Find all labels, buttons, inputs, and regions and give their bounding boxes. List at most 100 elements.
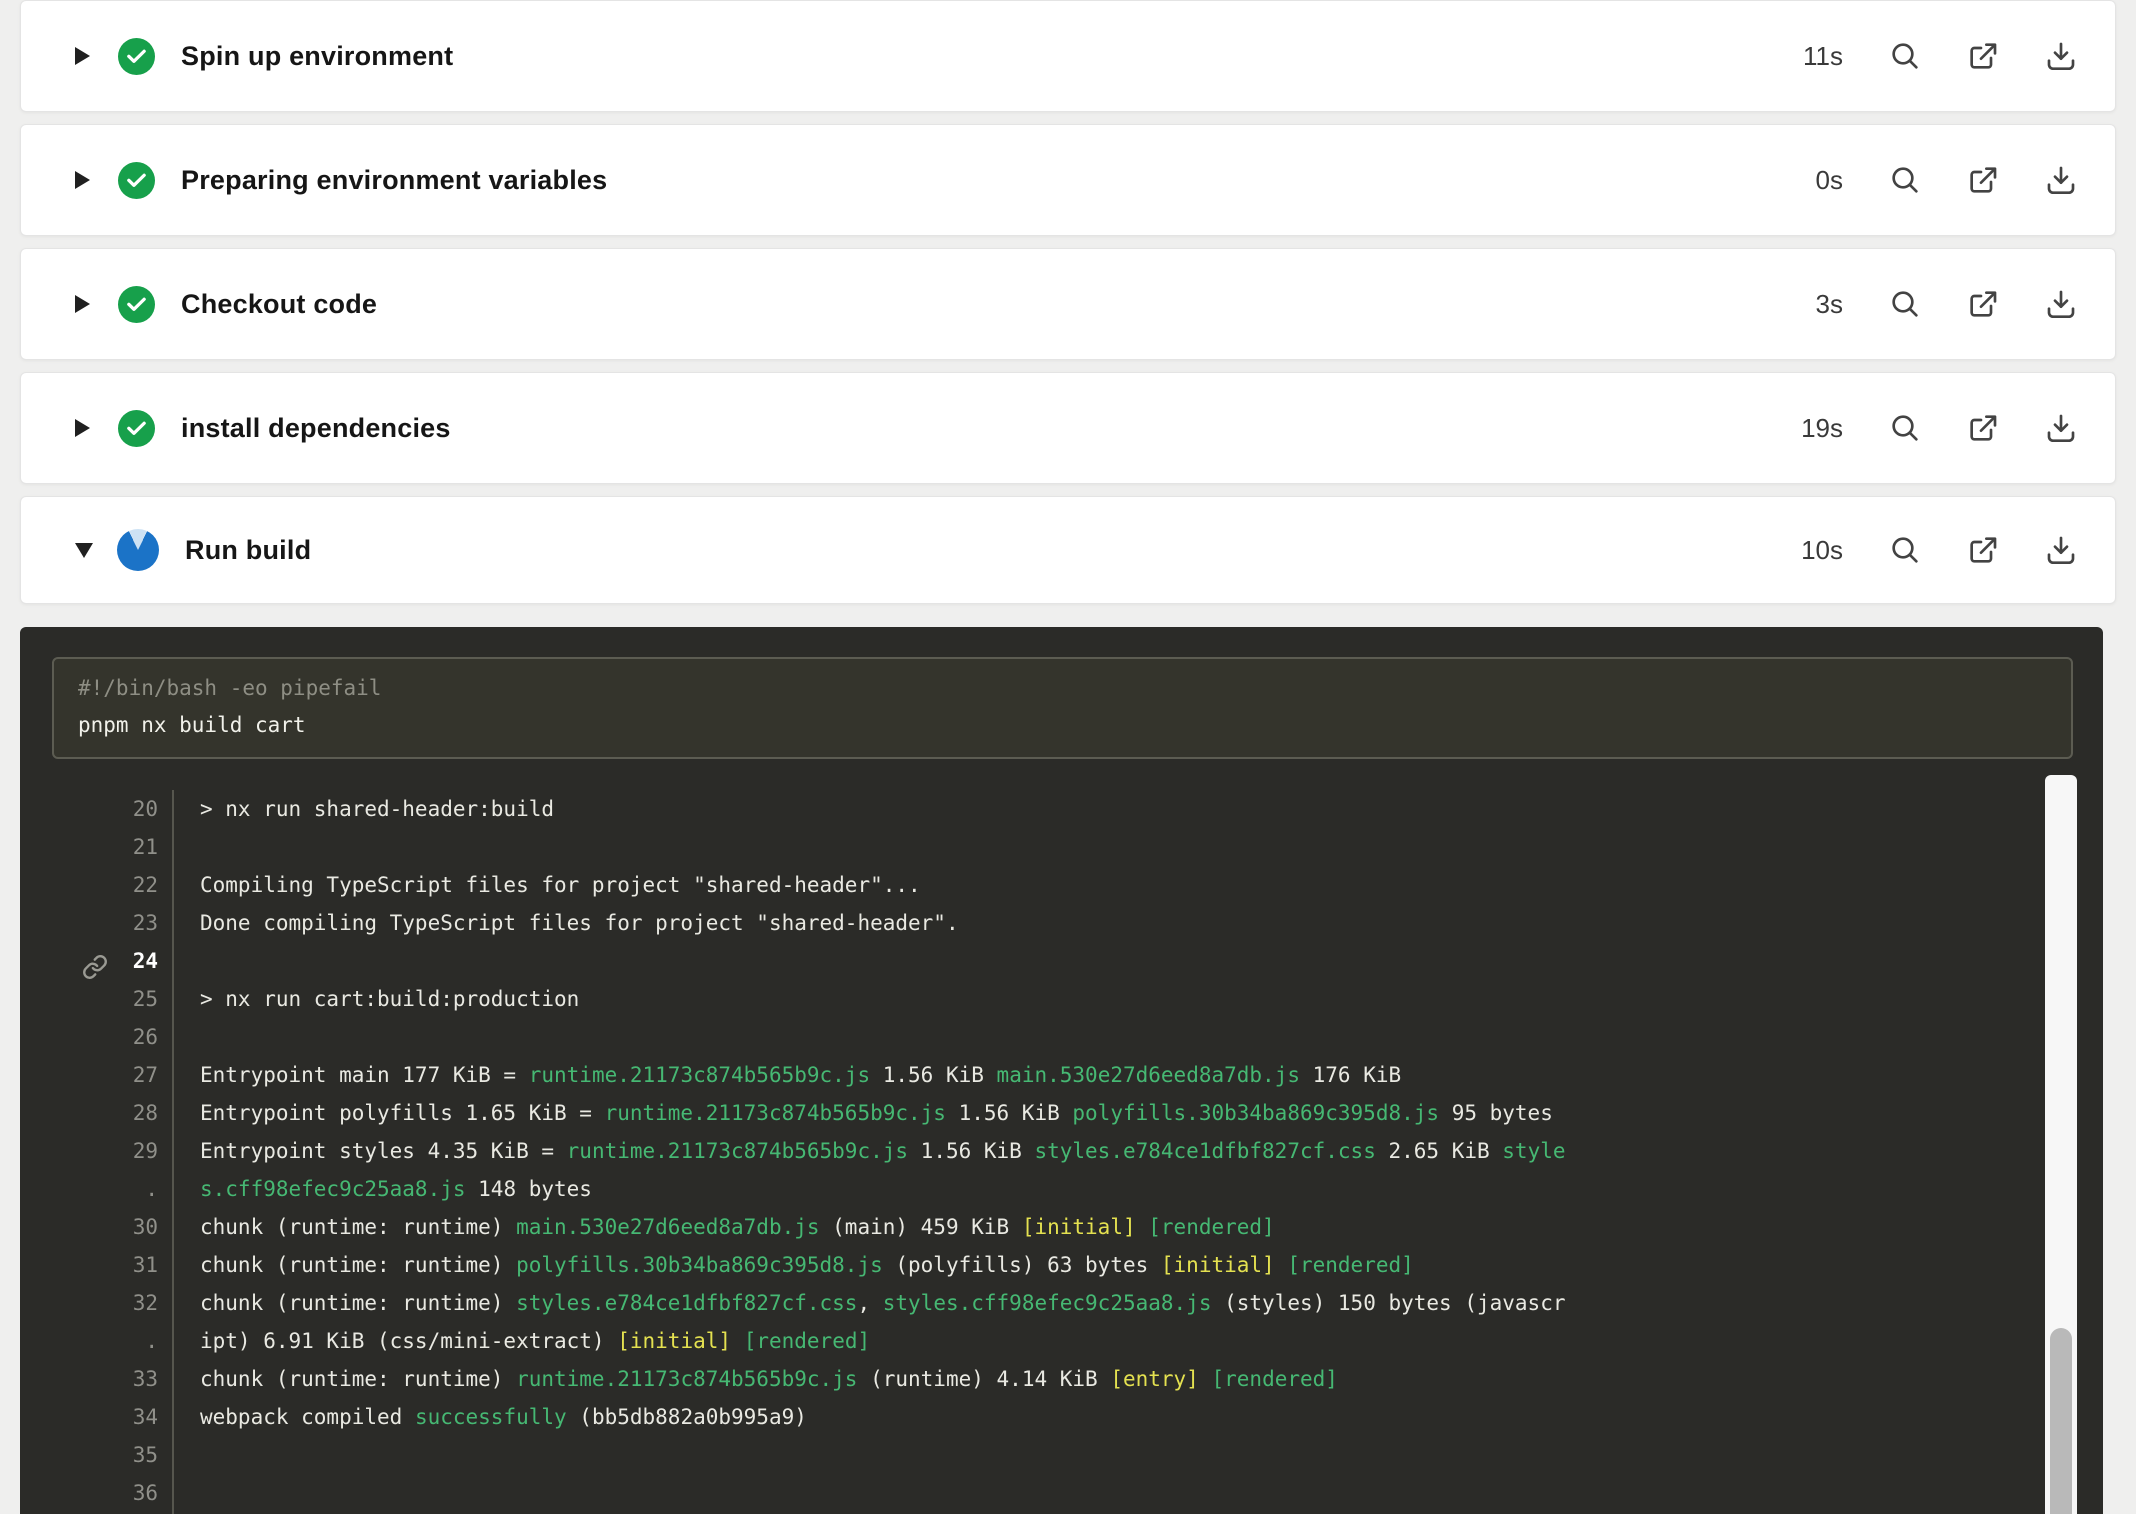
log-line-number[interactable]: 21	[20, 835, 172, 859]
download-log-button[interactable]	[2045, 40, 2077, 72]
download-icon	[2045, 40, 2077, 72]
search-icon	[1889, 534, 1921, 566]
log-line-number[interactable]: 30	[20, 1215, 172, 1239]
build-log-terminal: #!/bin/bash -eo pipefail pnpm nx build c…	[20, 627, 2103, 1514]
log-row: 28Entrypoint polyfills 1.65 KiB = runtim…	[20, 1094, 2037, 1132]
log-row: 22Compiling TypeScript files for project…	[20, 866, 2037, 904]
log-line-text: > nx run cart:build:production	[172, 980, 2037, 1018]
log-line-text: Compiling TypeScript files for project "…	[172, 866, 2037, 904]
download-log-button[interactable]	[2045, 164, 2077, 196]
log-row: 27Entrypoint main 177 KiB = runtime.2117…	[20, 1056, 2037, 1094]
log-row: 30chunk (runtime: runtime) main.530e27d6…	[20, 1208, 2037, 1246]
step-label: Run build	[185, 535, 311, 566]
log-line-text	[172, 942, 2037, 980]
step-label: Spin up environment	[181, 41, 453, 72]
log-row: 26	[20, 1018, 2037, 1056]
download-icon	[2045, 534, 2077, 566]
log-row: 21	[20, 828, 2037, 866]
step-duration: 3s	[1816, 289, 1843, 320]
step-row-preparing-environment-variables[interactable]: Preparing environment variables 0s	[20, 124, 2116, 236]
log-line-text: Entrypoint polyfills 1.65 KiB = runtime.…	[172, 1094, 2037, 1132]
step-row-install-dependencies[interactable]: install dependencies 19s	[20, 372, 2116, 484]
log-line-number[interactable]: 35	[20, 1443, 172, 1467]
log-line-text	[172, 1474, 2037, 1512]
log-line-number[interactable]: 36	[20, 1481, 172, 1505]
log-line-text	[172, 1018, 2037, 1056]
log-line-number[interactable]: 27	[20, 1063, 172, 1087]
open-in-new-tab-button[interactable]	[1967, 288, 1999, 320]
status-success-icon	[118, 38, 155, 75]
search-logs-button[interactable]	[1889, 164, 1921, 196]
open-in-new-tab-button[interactable]	[1967, 40, 1999, 72]
log-line-number[interactable]: 20	[20, 797, 172, 821]
open-in-new-tab-button[interactable]	[1967, 534, 1999, 566]
log-row: 33chunk (runtime: runtime) runtime.21173…	[20, 1360, 2037, 1398]
download-log-button[interactable]	[2045, 288, 2077, 320]
chevron-right-icon[interactable]	[75, 171, 90, 189]
log-row: 24	[20, 942, 2037, 980]
step-row-checkout-code[interactable]: Checkout code 3s	[20, 248, 2116, 360]
command-box: #!/bin/bash -eo pipefail pnpm nx build c…	[52, 657, 2073, 759]
chevron-right-icon[interactable]	[75, 419, 90, 437]
search-logs-button[interactable]	[1889, 412, 1921, 444]
log-row: .ipt) 6.91 KiB (css/mini-extract) [initi…	[20, 1322, 2037, 1360]
log-line-number[interactable]: 33	[20, 1367, 172, 1391]
log-line-text: Entrypoint styles 4.35 KiB = runtime.211…	[172, 1132, 2037, 1170]
log-line-number[interactable]: .	[20, 1329, 172, 1353]
open-in-new-tab-button[interactable]	[1967, 412, 1999, 444]
status-success-icon	[118, 162, 155, 199]
download-log-button[interactable]	[2045, 412, 2077, 444]
log-row: 20> nx run shared-header:build	[20, 790, 2037, 828]
log-line-text: s.cff98efec9c25aa8.js 148 bytes	[172, 1170, 2037, 1208]
log-line-number[interactable]: 34	[20, 1405, 172, 1429]
log-line-number[interactable]: 23	[20, 911, 172, 935]
log-lines: 20> nx run shared-header:build 21 22Compil…	[20, 790, 2037, 1514]
log-scrollbar[interactable]	[2045, 775, 2077, 1514]
step-row-run-build[interactable]: Run build 10s	[20, 496, 2116, 604]
log-line-number[interactable]: 22	[20, 873, 172, 897]
status-success-icon	[118, 286, 155, 323]
log-line-number[interactable]: 28	[20, 1101, 172, 1125]
log-line-text: Entrypoint main 177 KiB = runtime.21173c…	[172, 1056, 2037, 1094]
download-icon	[2045, 412, 2077, 444]
step-duration: 11s	[1803, 41, 1843, 72]
search-icon	[1889, 164, 1921, 196]
external-link-icon	[1967, 164, 1999, 196]
search-icon	[1889, 40, 1921, 72]
log-row: 32chunk (runtime: runtime) styles.e784ce…	[20, 1284, 2037, 1322]
log-line-text: webpack compiled successfully (bb5db882a…	[172, 1398, 2037, 1436]
external-link-icon	[1967, 534, 1999, 566]
chevron-right-icon[interactable]	[75, 295, 90, 313]
command-shebang-line: #!/bin/bash -eo pipefail	[78, 676, 381, 700]
log-line-text: chunk (runtime: runtime) main.530e27d6ee…	[172, 1208, 2037, 1246]
log-row: 29Entrypoint styles 4.35 KiB = runtime.2…	[20, 1132, 2037, 1170]
step-duration: 10s	[1801, 535, 1843, 566]
log-line-number[interactable]: 25	[20, 987, 172, 1011]
step-label: install dependencies	[181, 413, 451, 444]
step-label: Preparing environment variables	[181, 165, 607, 196]
search-logs-button[interactable]	[1889, 534, 1921, 566]
log-row: 31chunk (runtime: runtime) polyfills.30b…	[20, 1246, 2037, 1284]
download-log-button[interactable]	[2045, 534, 2077, 566]
log-line-number[interactable]: 24	[20, 949, 172, 973]
log-line-number[interactable]: 29	[20, 1139, 172, 1163]
chevron-right-icon[interactable]	[75, 47, 90, 65]
log-scrollbar-thumb[interactable]	[2050, 1328, 2072, 1514]
log-line-number[interactable]: 31	[20, 1253, 172, 1277]
open-in-new-tab-button[interactable]	[1967, 164, 1999, 196]
step-duration: 0s	[1816, 165, 1843, 196]
log-row: 36	[20, 1474, 2037, 1512]
download-icon	[2045, 288, 2077, 320]
build-steps-page: Spin up environment 11s Preparing enviro…	[0, 0, 2136, 1514]
log-line-number[interactable]: 32	[20, 1291, 172, 1315]
step-duration: 19s	[1801, 413, 1843, 444]
log-line-text: Done compiling TypeScript files for proj…	[172, 904, 2037, 942]
search-logs-button[interactable]	[1889, 40, 1921, 72]
log-line-number[interactable]: .	[20, 1177, 172, 1201]
download-icon	[2045, 164, 2077, 196]
log-line-number[interactable]: 26	[20, 1025, 172, 1049]
search-logs-button[interactable]	[1889, 288, 1921, 320]
chevron-down-icon[interactable]	[75, 543, 93, 558]
step-row-spin-up-environment[interactable]: Spin up environment 11s	[20, 0, 2116, 112]
external-link-icon	[1967, 412, 1999, 444]
